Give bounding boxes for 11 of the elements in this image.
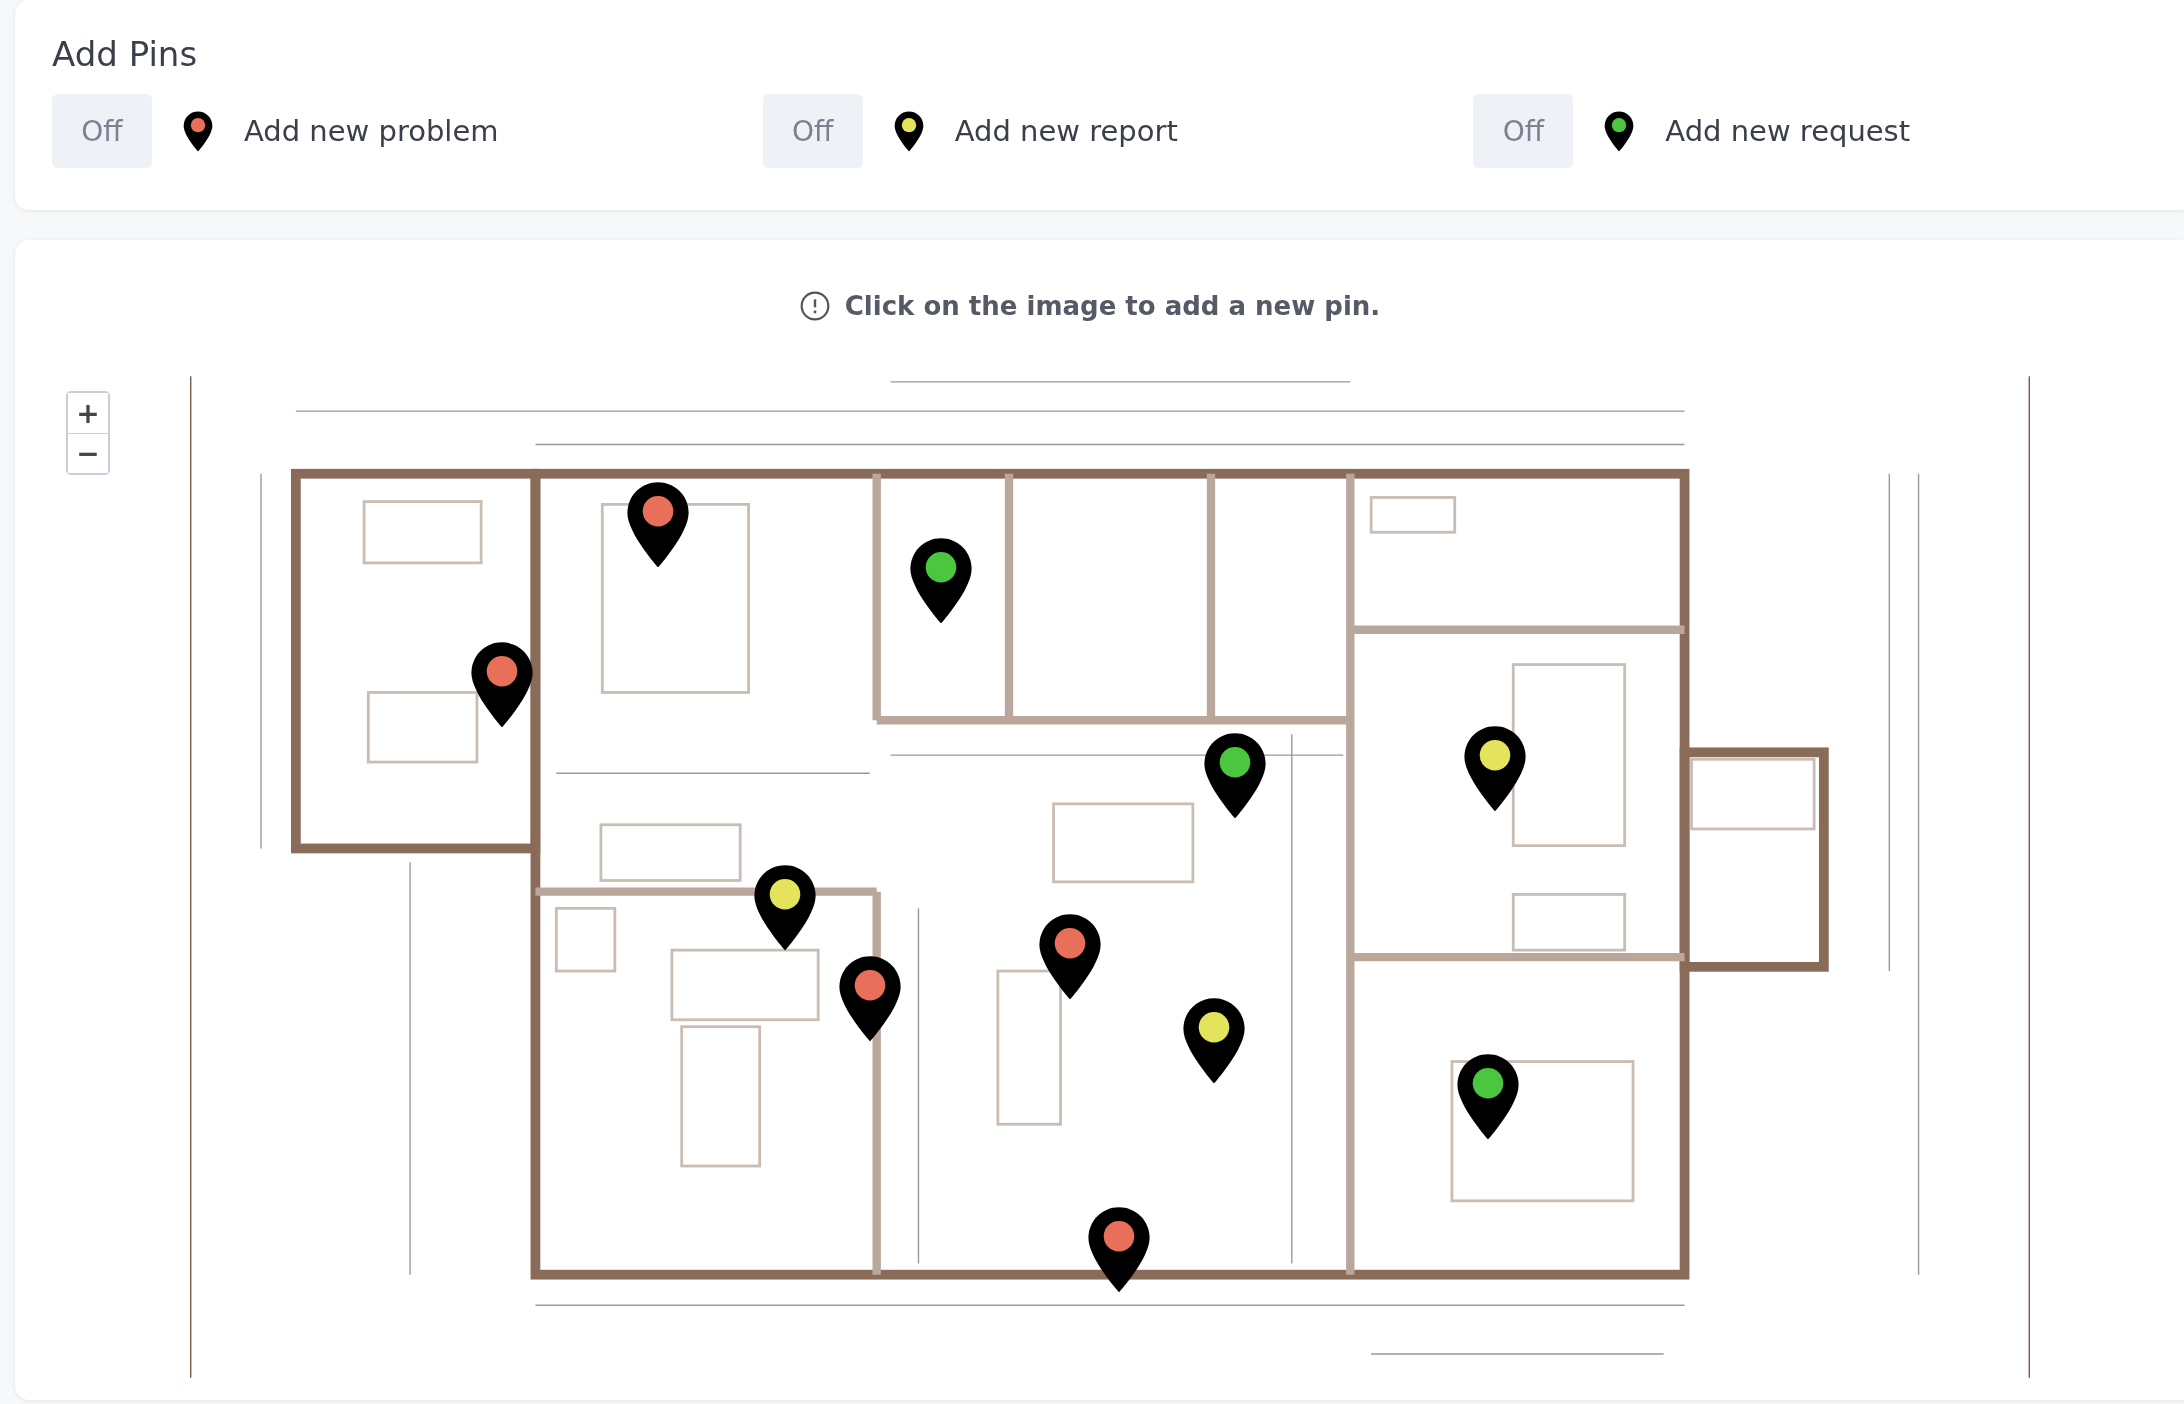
- mode-label: Add new request: [1665, 114, 1911, 148]
- toggle-button[interactable]: Off: [1473, 94, 1574, 168]
- toggle-button[interactable]: Off: [52, 94, 152, 168]
- info-icon: [798, 290, 831, 322]
- zoom-out-button[interactable]: −: [68, 433, 108, 473]
- hint-text: Click on the image to add a new pin.: [844, 291, 1381, 321]
- toggle-button[interactable]: Off: [762, 94, 863, 168]
- floor-plan-drawing[interactable]: [190, 376, 2030, 1378]
- section-title: Add Pins: [52, 34, 199, 74]
- mode-label: Add new report: [954, 114, 1178, 148]
- mode-label: Add new problem: [244, 114, 499, 148]
